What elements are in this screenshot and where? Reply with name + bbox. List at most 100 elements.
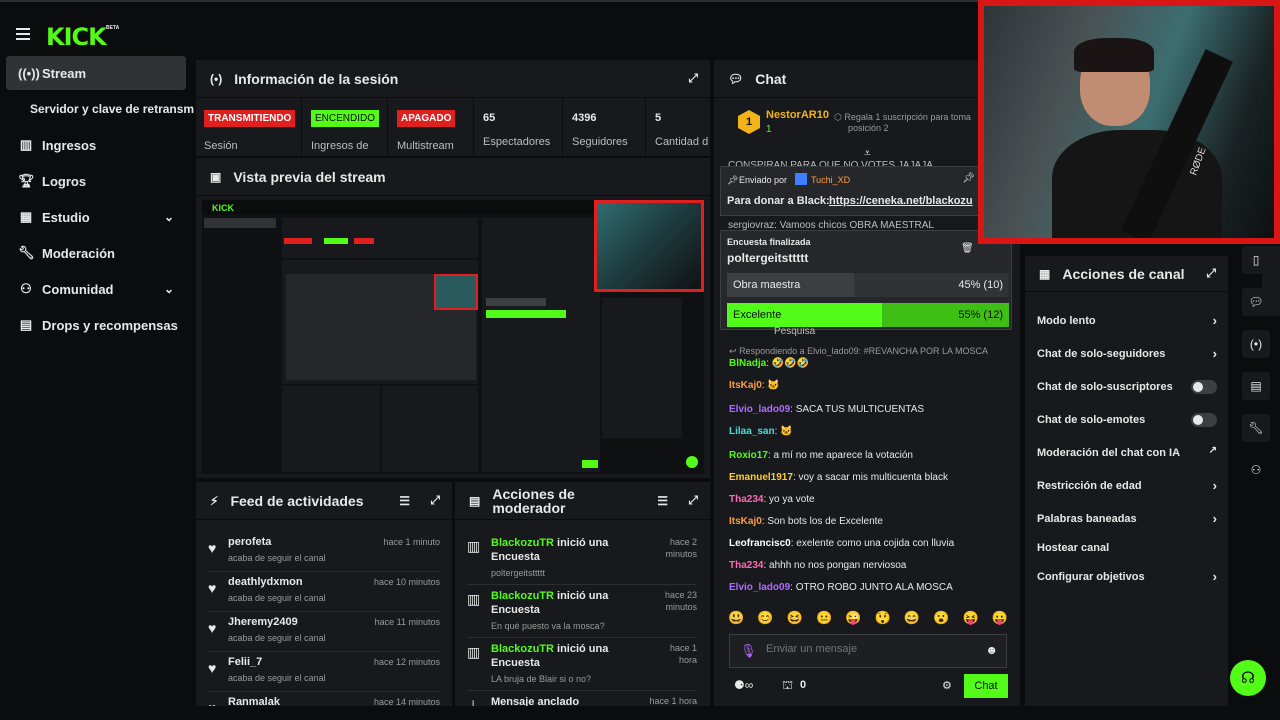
- menu-icon[interactable]: [16, 28, 30, 43]
- unpin-icon[interactable]: 📌︎: [962, 173, 975, 184]
- filter-icon[interactable]: ☰: [657, 494, 668, 508]
- chat-input-box[interactable]: 🎙︎ ☻: [729, 634, 1007, 668]
- pinned-link[interactable]: https://ceneka.net/blackozu: [829, 195, 973, 207]
- collapse-icon[interactable]: ⩡: [864, 146, 871, 161]
- sidebar-item-comunidad[interactable]: ⚇ Comunidad ⌄: [6, 272, 186, 306]
- sidebar-item-estudio[interactable]: ▦ Estudio ⌄: [6, 200, 186, 234]
- emote-icon[interactable]: 😐: [816, 610, 832, 630]
- feed-item: ♥ Jheremy2409 acaba de seguir el canal h…: [208, 612, 440, 652]
- emote-icon[interactable]: 😝: [963, 610, 979, 630]
- emote-icon[interactable]: 😲: [875, 610, 891, 630]
- poll-option-label: Excelente: [733, 309, 782, 321]
- wrench-icon: 🔧︎: [18, 245, 35, 260]
- top-gifter-name[interactable]: NestorAR10: [766, 109, 829, 121]
- emote-icon[interactable]: 😊: [757, 610, 773, 630]
- trash-icon[interactable]: 🗑︎: [961, 243, 974, 254]
- filter-icon[interactable]: ☰: [399, 494, 410, 508]
- feed-action: acaba de seguir el canal: [228, 673, 326, 683]
- subscribers-only-toggle[interactable]: [1191, 380, 1217, 394]
- panel-header: (•) Información de la sesión ⤢: [196, 60, 710, 98]
- support-icon[interactable]: ☊: [1230, 660, 1266, 696]
- feed-user[interactable]: deathlydxmon: [228, 576, 303, 588]
- chat-username[interactable]: Tha234: [729, 560, 763, 571]
- chat-username[interactable]: ItsKaj0: [729, 380, 762, 391]
- poll-option-result: 55% (12): [958, 309, 1003, 321]
- chat-username[interactable]: Lilaa_san: [729, 426, 775, 437]
- emoji-icon[interactable]: ☻: [985, 643, 998, 657]
- chat-message: Elvio_lado09: OTRO ROBO JUNTO ALA MOSCA: [729, 582, 953, 593]
- action-host-channel[interactable]: Hostear canal: [1037, 542, 1217, 554]
- action-set-goals[interactable]: Configurar objetivos ›: [1037, 569, 1217, 584]
- status-badge: TRANSMITIENDO: [204, 110, 296, 127]
- sidebar-item-moderacion[interactable]: 🔧︎ Moderación: [6, 236, 186, 270]
- mod-action-detail: En qué puesto va la mosca?: [491, 621, 605, 631]
- rail-layout-icon[interactable]: ▤: [1242, 372, 1270, 400]
- action-age-restriction[interactable]: Restricción de edad ›: [1037, 478, 1217, 493]
- popout-icon[interactable]: ⤢: [1206, 266, 1216, 281]
- feed-user[interactable]: Jheremy2409: [228, 616, 298, 628]
- webcam-thumbnail: [594, 200, 704, 292]
- kick-logo[interactable]: KICK: [46, 23, 107, 51]
- emote-icon[interactable]: 😄: [904, 610, 920, 630]
- popout-icon[interactable]: ⤢: [430, 493, 440, 508]
- chat-username[interactable]: BlNadja: [729, 358, 766, 369]
- poll-option-label: Obra maestra: [733, 279, 801, 291]
- mod-action-item: ⊥ Mensaje anclado hace 1 hora: [467, 691, 697, 706]
- emote-icon[interactable]: 😜: [845, 610, 861, 630]
- feed-user[interactable]: Felii_7: [228, 656, 262, 668]
- pinned-user[interactable]: Tuchi_XD: [811, 175, 850, 185]
- panel-header: ▦ Acciones de canal ⤢: [1025, 256, 1228, 292]
- chat-input[interactable]: [766, 643, 966, 655]
- chat-username[interactable]: Elvio_lado09: [729, 582, 790, 593]
- mod-action-item: ▥ BlackozuTR inició una Encuesta En qué …: [467, 585, 697, 638]
- chat-username[interactable]: Leofrancisc0: [729, 538, 791, 549]
- poll-icon: ▥: [467, 538, 481, 554]
- sidebar-item-ingresos[interactable]: ▥ Ingresos: [6, 128, 186, 162]
- sidebar-item-stream[interactable]: ((•)) Stream: [6, 56, 186, 90]
- feed-user[interactable]: perofeta: [228, 536, 271, 548]
- chat-username[interactable]: Tha234: [729, 494, 763, 505]
- feed-item: ♥ perofeta acaba de seguir el canal hace…: [208, 532, 440, 572]
- moderator-actions-panel: ▤ Acciones de moderador ☰ ⤢ ▥ BlackozuTR …: [455, 482, 710, 706]
- action-followers-only[interactable]: Chat de solo-seguidores ›: [1037, 346, 1217, 361]
- chat-text: : voy a sacar mis multicuenta black: [792, 472, 948, 483]
- action-banned-words[interactable]: Palabras baneadas ›: [1037, 511, 1217, 526]
- points-icon[interactable]: ⛫: [782, 678, 793, 694]
- rail-broadcast-icon[interactable]: (•): [1242, 330, 1270, 358]
- panel-title: Acciones de moderador: [492, 485, 575, 516]
- chat-username[interactable]: Roxio17: [729, 450, 768, 461]
- emote-icon[interactable]: 😃: [728, 610, 744, 630]
- action-ai-moderation[interactable]: Moderación del chat con IA ↗: [1037, 445, 1217, 459]
- emote-icon[interactable]: 😛: [992, 610, 1008, 630]
- feed-time: hace 14 minutos: [373, 697, 440, 706]
- popout-icon[interactable]: ⤢: [688, 71, 698, 86]
- emotes-only-toggle[interactable]: [1191, 413, 1217, 427]
- feed-user[interactable]: Ranmalak: [228, 696, 280, 706]
- chat-username[interactable]: ItsKaj0: [729, 516, 762, 527]
- emote-icon[interactable]: 😮: [933, 610, 949, 630]
- chat-message: ItsKaj0: 🐱: [729, 380, 780, 391]
- panel-title: Chat: [755, 70, 787, 87]
- sidebar-item-label: Servidor y clave de retransmi: [30, 102, 194, 116]
- rail-community-icon[interactable]: ⚇: [1242, 456, 1270, 484]
- send-chat-button[interactable]: Chat: [964, 674, 1008, 698]
- infinity-icon[interactable]: ⚈∞: [734, 678, 753, 692]
- feed-time: hace 12 minutos: [373, 657, 440, 667]
- stream-preview-video[interactable]: KICK: [202, 200, 704, 474]
- action-slow-mode[interactable]: Modo lento ›: [1037, 313, 1217, 328]
- gear-icon[interactable]: ⚙: [942, 679, 952, 692]
- sidebar-item-server-key[interactable]: Servidor y clave de retransmi: [18, 92, 194, 126]
- mic-icon[interactable]: 🎙︎: [740, 643, 757, 659]
- emote-icon[interactable]: 😆: [787, 610, 803, 630]
- chat-username[interactable]: Elvio_lado09: [729, 404, 790, 415]
- chat-username[interactable]: Emanuel1917: [729, 472, 793, 483]
- chat-message: Tha234: ahhh no nos pongan nerviosoa: [729, 560, 906, 571]
- sidebar-item-logros[interactable]: 🏆︎ Logros: [6, 164, 186, 198]
- mod-action-time: hace 23 minutos: [664, 590, 697, 612]
- feed-time: hace 1 minuto: [383, 537, 440, 547]
- gift-prompt[interactable]: ⬡ Regala 1 suscripción para toma posición…: [834, 112, 984, 134]
- rail-wrench-icon[interactable]: 🔧︎: [1242, 414, 1270, 442]
- popout-icon[interactable]: ⤢: [688, 493, 698, 508]
- sidebar-item-drops[interactable]: ▤ Drops y recompensas: [6, 308, 186, 342]
- broadcast-icon: ((•)): [18, 65, 40, 81]
